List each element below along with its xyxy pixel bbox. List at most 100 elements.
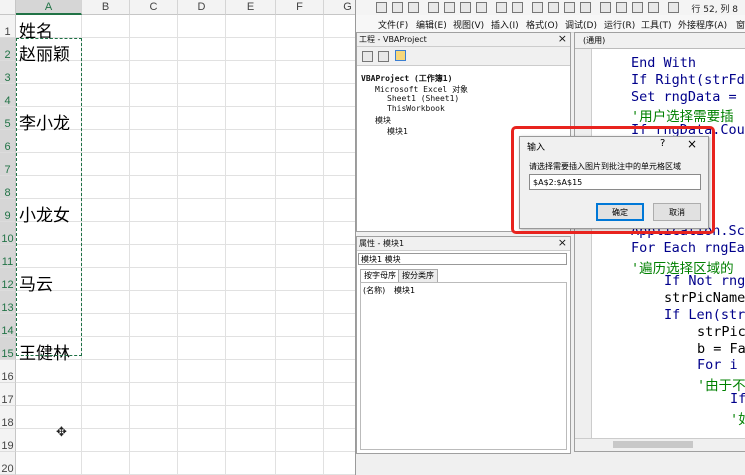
menu-item-9[interactable]: 窗口 bbox=[736, 18, 745, 31]
vbe-menu-bar: 文件(F) 编辑(E) 视图(V) 插入(I) 格式(O) 调试(D) 运行(R) 工具(T)… bbox=[356, 15, 745, 33]
view-object-icon[interactable] bbox=[378, 51, 389, 62]
excel-view-icon[interactable] bbox=[376, 2, 387, 13]
column-gridline bbox=[275, 15, 276, 475]
row-header-18[interactable]: 18 bbox=[0, 406, 16, 429]
menu-item-6[interactable]: 运行(R) bbox=[604, 18, 635, 31]
row-header-3[interactable]: 3 bbox=[0, 61, 16, 84]
row-header-19[interactable]: 19 bbox=[0, 429, 16, 452]
code-line: End With bbox=[631, 55, 697, 71]
close-icon[interactable]: × bbox=[558, 32, 567, 45]
red-highlight-box bbox=[511, 126, 715, 234]
column-gridline bbox=[129, 15, 130, 475]
tree-node-4[interactable]: 模块 bbox=[375, 115, 391, 126]
row-header-16[interactable]: 16 bbox=[0, 360, 16, 383]
scroll-thumb[interactable] bbox=[613, 441, 693, 448]
project-explorer-title-text: 工程 - VBAProject bbox=[359, 35, 427, 44]
code-margin bbox=[575, 49, 592, 439]
paste-icon[interactable] bbox=[460, 2, 471, 13]
properties-title: 属性 - 模块1 × bbox=[357, 236, 570, 251]
toolbox-icon[interactable] bbox=[648, 2, 659, 13]
insert-icon[interactable] bbox=[392, 2, 403, 13]
row-header-2[interactable]: 2 bbox=[0, 38, 16, 61]
row-header-5[interactable]: 5 bbox=[0, 107, 16, 130]
menu-item-5[interactable]: 调试(D) bbox=[565, 18, 597, 31]
cut-icon[interactable] bbox=[428, 2, 439, 13]
object-browser-icon[interactable] bbox=[632, 2, 643, 13]
property-value[interactable]: 模块1 bbox=[394, 285, 415, 296]
row-header-4[interactable]: 4 bbox=[0, 84, 16, 107]
tree-node-2[interactable]: Sheet1 (Sheet1) bbox=[387, 94, 459, 103]
tree-node-3[interactable]: ThisWorkbook bbox=[387, 104, 445, 113]
column-header-f[interactable]: F bbox=[276, 0, 324, 15]
column-header-a[interactable]: A bbox=[16, 0, 82, 15]
close-icon[interactable]: × bbox=[558, 236, 567, 249]
menu-item-0[interactable]: 文件(F) bbox=[378, 18, 408, 31]
property-name[interactable]: (名称) bbox=[363, 285, 385, 296]
project-explorer-toolbar bbox=[357, 47, 570, 66]
properties-icon[interactable] bbox=[616, 2, 627, 13]
row-header-9[interactable]: 9 bbox=[0, 199, 16, 222]
row-header-8[interactable]: 8 bbox=[0, 176, 16, 199]
tree-node-5[interactable]: 模块1 bbox=[387, 126, 408, 137]
procedure-select[interactable]: (通用) bbox=[575, 33, 745, 49]
row-gridline bbox=[16, 451, 360, 452]
column-header-b[interactable]: B bbox=[82, 0, 130, 15]
row-header-11[interactable]: 11 bbox=[0, 245, 16, 268]
cursor-position: 行 52, 列 8 bbox=[691, 5, 738, 15]
run-icon[interactable] bbox=[532, 2, 543, 13]
design-mode-icon[interactable] bbox=[580, 2, 591, 13]
row-header-1[interactable]: 1 bbox=[0, 15, 16, 38]
row-header-7[interactable]: 7 bbox=[0, 153, 16, 176]
row-header-13[interactable]: 13 bbox=[0, 291, 16, 314]
row-header-10[interactable]: 10 bbox=[0, 222, 16, 245]
code-line: For Each rngEa bbox=[631, 239, 745, 256]
menu-item-2[interactable]: 视图(V) bbox=[453, 18, 484, 31]
column-header-e[interactable]: E bbox=[226, 0, 276, 15]
row-header-15[interactable]: 15 bbox=[0, 337, 16, 360]
column-header-d[interactable]: D bbox=[178, 0, 226, 15]
tab-alphabetic[interactable]: 按字母序 bbox=[360, 269, 400, 282]
select-all-corner[interactable] bbox=[0, 0, 16, 15]
redo-icon[interactable] bbox=[512, 2, 523, 13]
menu-item-1[interactable]: 编辑(E) bbox=[416, 18, 447, 31]
vba-editor-window[interactable]: 行 52, 列 8 文件(F) 编辑(E) 视图(V) 插入(I) 格式(O) 调试(D)… bbox=[355, 0, 745, 475]
code-line: '如 bbox=[730, 411, 745, 428]
column-gridline bbox=[225, 15, 226, 475]
view-code-icon[interactable] bbox=[362, 51, 373, 62]
code-line: If Right(strFd bbox=[631, 71, 745, 88]
find-icon[interactable] bbox=[476, 2, 487, 13]
code-line: If bbox=[730, 391, 745, 407]
reset-icon[interactable] bbox=[564, 2, 575, 13]
code-line: Set rngData = bbox=[631, 88, 745, 105]
code-window[interactable]: (通用) End With If Right(strFd Set rngData =… bbox=[574, 32, 745, 452]
code-line: strPicName bbox=[664, 290, 745, 307]
tree-node-0[interactable]: VBAProject (工作簿1) bbox=[361, 73, 452, 84]
menu-item-4[interactable]: 格式(O) bbox=[526, 18, 558, 31]
properties-grid: (名称) 模块1 bbox=[360, 282, 567, 450]
undo-icon[interactable] bbox=[496, 2, 507, 13]
horizontal-scrollbar[interactable] bbox=[575, 438, 745, 451]
break-icon[interactable] bbox=[548, 2, 559, 13]
row-header-14[interactable]: 14 bbox=[0, 314, 16, 337]
save-icon[interactable] bbox=[408, 2, 419, 13]
menu-item-7[interactable]: 工具(T) bbox=[641, 18, 672, 31]
row-header-6[interactable]: 6 bbox=[0, 130, 16, 153]
vbe-toolbar: 行 52, 列 8 bbox=[356, 0, 745, 15]
toggle-folders-icon[interactable] bbox=[395, 50, 406, 61]
properties-object-select[interactable]: 模块1 模块 bbox=[358, 253, 567, 265]
menu-item-3[interactable]: 插入(I) bbox=[491, 18, 519, 31]
column-header-c[interactable]: C bbox=[130, 0, 178, 15]
properties-window[interactable]: 属性 - 模块1 × 模块1 模块 按字母序 按分类序 (名称) 模块1 bbox=[356, 236, 571, 454]
menu-item-8[interactable]: 外接程序(A) bbox=[678, 18, 727, 31]
help-icon[interactable] bbox=[668, 2, 679, 13]
code-line: strPic bbox=[697, 323, 745, 340]
code-line: If Len(str bbox=[664, 307, 745, 323]
row-header-20[interactable]: 20 bbox=[0, 452, 16, 475]
project-explorer-icon[interactable] bbox=[600, 2, 611, 13]
excel-worksheet[interactable]: ABCDEFGH 1234567891011121314151617181920… bbox=[0, 0, 360, 475]
row-header-12[interactable]: 12 bbox=[0, 268, 16, 291]
copy-icon[interactable] bbox=[444, 2, 455, 13]
row-header-17[interactable]: 17 bbox=[0, 383, 16, 406]
tab-categorized[interactable]: 按分类序 bbox=[398, 269, 438, 282]
move-cursor-icon: ✥ bbox=[56, 425, 67, 440]
